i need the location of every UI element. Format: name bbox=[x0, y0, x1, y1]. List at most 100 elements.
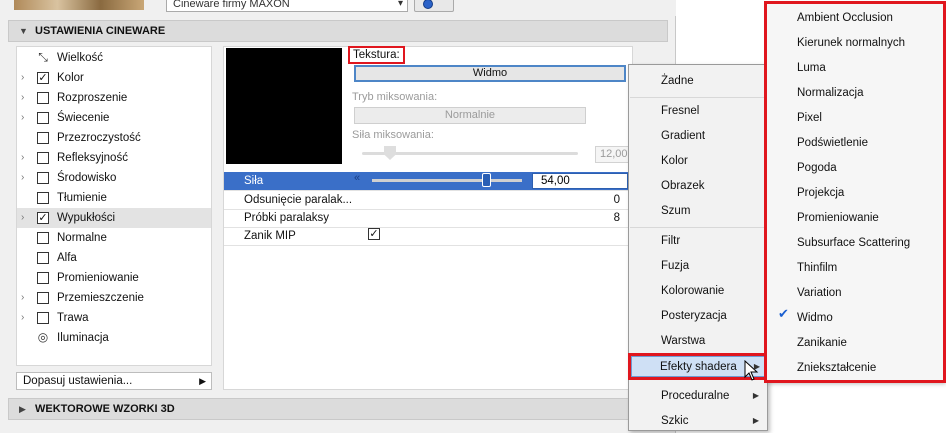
submenu-arrow-icon: ▶ bbox=[753, 362, 760, 371]
render-engine-dropdown[interactable]: Cineware firmy MAXON ▾ bbox=[166, 0, 408, 12]
channel-checkbox[interactable] bbox=[37, 312, 49, 324]
engine-settings-button[interactable] bbox=[414, 0, 454, 12]
collapse-triangle-icon: ▼ bbox=[19, 26, 28, 36]
expand-arrow-icon[interactable]: › bbox=[21, 208, 24, 228]
menu-item[interactable]: Kolor bbox=[629, 150, 767, 172]
channel-checkbox[interactable] bbox=[37, 112, 49, 124]
channel-label: Wielkość bbox=[57, 52, 104, 64]
property-label: Zanik MIP bbox=[244, 230, 296, 242]
menu-item-label: Proceduralne bbox=[661, 390, 730, 402]
channel-checkbox[interactable] bbox=[37, 292, 49, 304]
menu-separator bbox=[630, 227, 766, 228]
property-value[interactable]: 0 bbox=[614, 191, 620, 209]
menu-item[interactable]: Filtr bbox=[629, 230, 767, 252]
menu-item[interactable]: Fuzja bbox=[629, 255, 767, 277]
channel-item[interactable]: ⤡ Wielkość bbox=[17, 48, 211, 68]
expand-arrow-icon[interactable]: › bbox=[21, 148, 24, 168]
menu-item-label: Gradient bbox=[661, 130, 706, 142]
channel-item[interactable]: › Świecenie bbox=[17, 108, 211, 128]
menu-item-label: Efekty shadera bbox=[660, 361, 737, 373]
blend-mode-dropdown[interactable]: Normalnie bbox=[354, 107, 586, 124]
section-vector-title: WEKTOROWE WZORKI 3D bbox=[35, 403, 175, 415]
channel-item[interactable]: ◎ Iluminacja bbox=[17, 328, 211, 348]
channel-checkbox[interactable] bbox=[37, 92, 49, 104]
channel-item[interactable]: › Przemieszczenie bbox=[17, 288, 211, 308]
expand-arrow-icon[interactable]: › bbox=[21, 88, 24, 108]
channel-item[interactable]: Tłumienie bbox=[17, 188, 211, 208]
material-thumbnail[interactable] bbox=[14, 0, 144, 10]
mip-falloff-checkbox[interactable]: ✓ bbox=[368, 228, 380, 240]
strength-slider-thumb[interactable] bbox=[482, 173, 491, 187]
menu-item[interactable]: Efekty shadera ▶ bbox=[628, 356, 768, 378]
channel-checkbox[interactable] bbox=[37, 252, 49, 264]
blend-strength-label: Siła miksowania: bbox=[352, 129, 434, 141]
menu-item[interactable]: Kolorowanie bbox=[629, 280, 767, 302]
channel-item[interactable]: › ✓ Wypukłości bbox=[17, 208, 211, 228]
menu-item[interactable]: Obrazek bbox=[629, 175, 767, 197]
property-row[interactable]: Odsunięcie paralak... 0 bbox=[224, 191, 632, 210]
channel-item[interactable]: › Refleksyjność bbox=[17, 148, 211, 168]
channel-item[interactable]: › Środowisko bbox=[17, 168, 211, 188]
channel-item[interactable]: Przezroczystość bbox=[17, 128, 211, 148]
strength-input[interactable]: 54,00 bbox=[532, 173, 628, 189]
menu-item[interactable]: Żadne bbox=[629, 70, 767, 92]
submenu-arrow-icon: ▶ bbox=[752, 391, 759, 400]
property-row[interactable]: Próbki paralaksy 8 bbox=[224, 209, 632, 228]
menu-item[interactable]: Gradient bbox=[629, 125, 767, 147]
channel-checkbox[interactable] bbox=[37, 232, 49, 244]
render-engine-value: Cineware firmy MAXON bbox=[173, 0, 290, 10]
channel-checkbox[interactable]: ✓ bbox=[37, 72, 49, 84]
adjust-settings-label: Dopasuj ustawienia... bbox=[23, 375, 133, 387]
section-vector-header[interactable]: ▶ WEKTOROWE WZORKI 3D bbox=[8, 398, 668, 420]
menu-item-label: Szum bbox=[661, 205, 691, 217]
menu-item-label: Fuzja bbox=[661, 260, 690, 272]
channel-checkbox[interactable] bbox=[37, 272, 49, 284]
channel-label: Środowisko bbox=[57, 172, 117, 184]
channel-item[interactable]: Alfa bbox=[17, 248, 211, 268]
expand-arrow-icon[interactable]: › bbox=[21, 168, 24, 188]
expand-arrow-icon[interactable]: › bbox=[21, 108, 24, 128]
menu-item[interactable]: Warstwa bbox=[629, 330, 767, 352]
increase-arrow-icon[interactable]: » bbox=[533, 172, 539, 184]
menu-item[interactable]: Posteryzacja bbox=[629, 305, 767, 327]
menu-item[interactable]: Szum bbox=[629, 200, 767, 222]
menu-item-label: Kolor bbox=[661, 155, 688, 167]
property-value[interactable]: 8 bbox=[614, 209, 620, 227]
channel-checkbox[interactable] bbox=[37, 132, 49, 144]
channel-item[interactable]: Normalne bbox=[17, 228, 211, 248]
channel-checkbox[interactable] bbox=[37, 152, 49, 164]
expand-arrow-icon[interactable]: › bbox=[21, 308, 24, 328]
menu-item-label: Szkic bbox=[661, 415, 689, 427]
channel-label: Rozproszenie bbox=[57, 92, 128, 104]
submenu-highlight-frame bbox=[764, 1, 946, 383]
menu-item-label: Żadne bbox=[661, 75, 694, 87]
globe-icon bbox=[423, 0, 433, 9]
channel-label: Kolor bbox=[57, 72, 84, 84]
channel-checkbox[interactable]: ✓ bbox=[37, 212, 49, 224]
expand-arrow-icon[interactable]: › bbox=[21, 68, 24, 88]
settings-panel: Cineware firmy MAXON ▾ ▼ USTAWIENIA CINE… bbox=[0, 0, 676, 433]
section-cineware-header[interactable]: ▼ USTAWIENIA CINEWARE bbox=[8, 20, 668, 42]
property-row[interactable]: Zanik MIP bbox=[224, 227, 632, 246]
menu-separator bbox=[630, 97, 766, 98]
channel-tree: ⤡ Wielkość › ✓ Kolor › Rozproszenie › Świecenie P… bbox=[16, 46, 212, 366]
channel-checkbox[interactable] bbox=[37, 192, 49, 204]
decrease-arrow-icon[interactable]: « bbox=[354, 172, 360, 184]
menu-item[interactable]: Proceduralne ▶ bbox=[629, 385, 767, 407]
channel-item[interactable]: Promieniowanie bbox=[17, 268, 211, 288]
texture-button[interactable]: Widmo bbox=[354, 65, 626, 82]
channel-item[interactable]: › Rozproszenie bbox=[17, 88, 211, 108]
menu-item[interactable]: Fresnel bbox=[629, 100, 767, 122]
menu-item-label: Obrazek bbox=[661, 180, 705, 192]
channel-item[interactable]: › Trawa bbox=[17, 308, 211, 328]
chevron-down-icon: ▾ bbox=[397, 0, 403, 9]
channel-checkbox[interactable] bbox=[37, 172, 49, 184]
channel-item[interactable]: › ✓ Kolor bbox=[17, 68, 211, 88]
menu-item[interactable]: Szkic ▶ bbox=[629, 410, 767, 432]
expand-arrow-icon[interactable]: › bbox=[21, 288, 24, 308]
strength-slider-track[interactable] bbox=[372, 179, 522, 182]
adjust-settings-dropdown[interactable]: Dopasuj ustawienia... ▶ bbox=[16, 372, 212, 390]
channel-label: Refleksyjność bbox=[57, 152, 128, 164]
checkmark-icon: ✔ bbox=[778, 306, 789, 321]
menu-item-label: Kolorowanie bbox=[661, 285, 725, 297]
